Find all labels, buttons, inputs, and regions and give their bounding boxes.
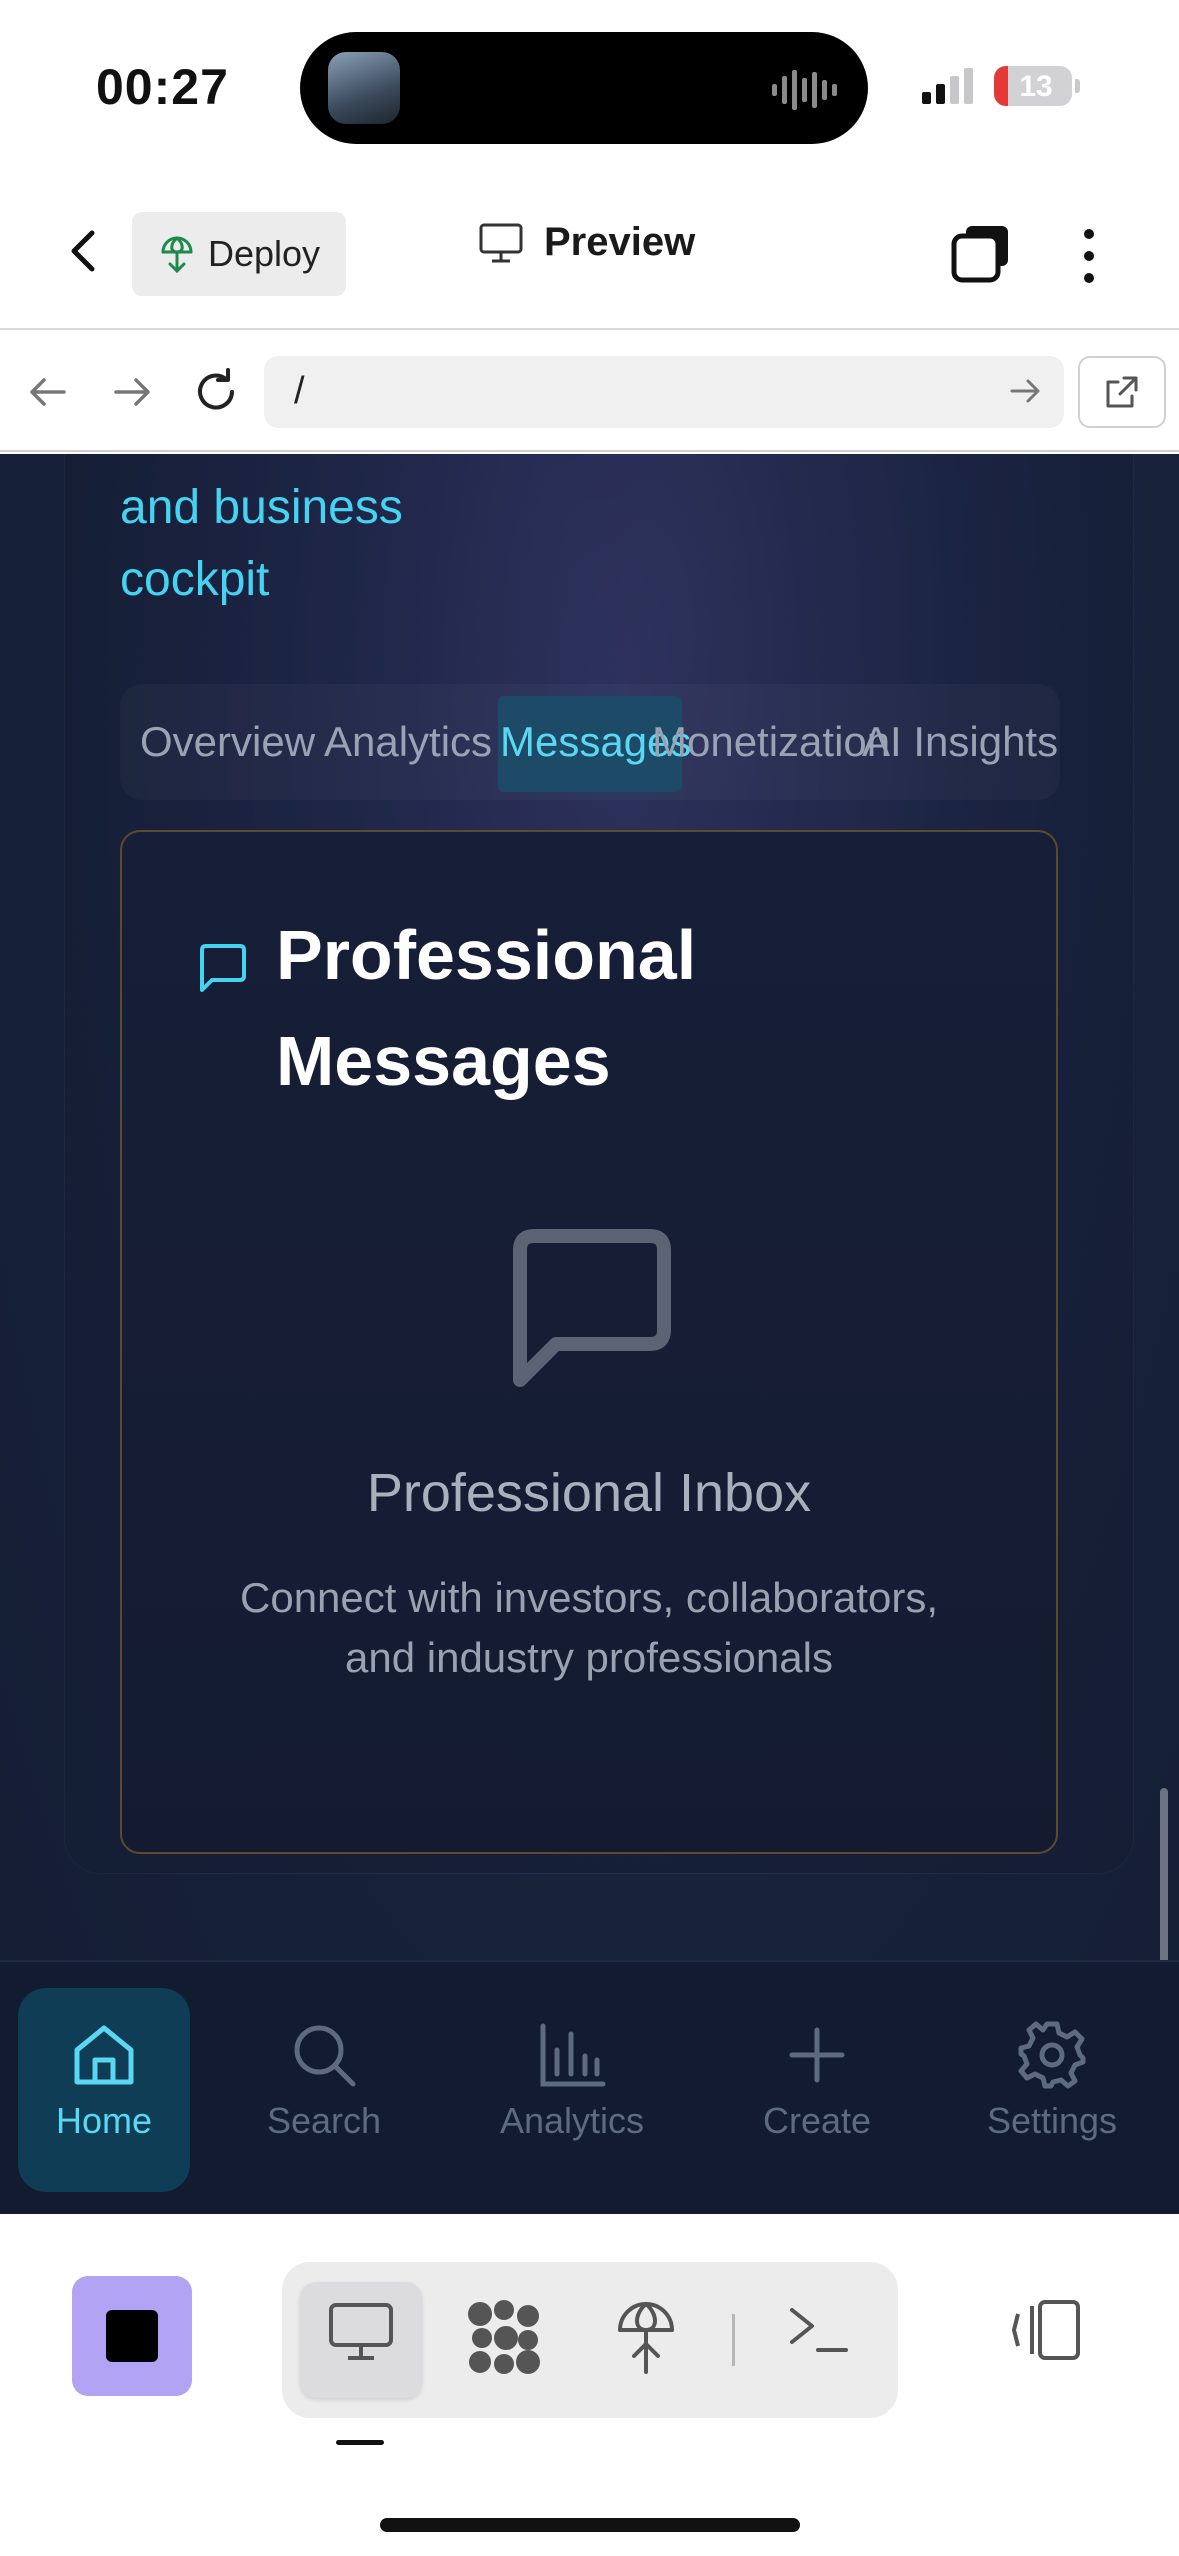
tabs-switcher-icon[interactable] (950, 224, 1012, 284)
nav-settings[interactable]: Settings (966, 1988, 1138, 2192)
hero-line-2: cockpit (120, 553, 270, 606)
nav-home[interactable]: Home (18, 1988, 190, 2192)
nav-search-label: Search (266, 2100, 382, 2141)
empty-state-desc-line-1: Connect with investors, collaborators, (240, 1574, 938, 1621)
nav-search[interactable]: Search (238, 1988, 410, 2192)
nav-analytics-label: Analytics (499, 2100, 645, 2141)
terminal-icon[interactable] (786, 2300, 852, 2360)
reload-icon[interactable] (190, 366, 242, 418)
selected-view-indicator (336, 2440, 384, 2445)
go-arrow-icon[interactable] (1008, 374, 1042, 408)
app-toolbar (0, 2214, 1179, 2556)
monitor-icon (479, 223, 523, 262)
nav-create-label: Create (762, 2100, 872, 2141)
browser-forward-icon[interactable] (106, 366, 158, 418)
cellular-signal-icon (922, 68, 973, 104)
battery-icon: 13 (994, 66, 1080, 106)
nav-analytics[interactable]: Analytics (486, 1988, 658, 2192)
deploy-view-icon[interactable] (616, 2300, 676, 2376)
stop-icon (106, 2310, 158, 2362)
status-bar: 00:27 13 (0, 0, 1179, 170)
open-external-button[interactable] (1078, 356, 1166, 428)
audio-wave-icon (772, 70, 837, 110)
messages-card: Professional Messages Professional Inbox… (120, 830, 1058, 1854)
stop-button[interactable] (72, 2276, 192, 2396)
now-playing-artwork (328, 52, 400, 124)
card-title: Professional Messages (276, 916, 697, 1100)
view-switcher (282, 2262, 898, 2418)
hero-subtitle: and business cockpit (120, 472, 403, 616)
deploy-label: Deploy (208, 233, 321, 274)
url-input[interactable]: / (264, 356, 1064, 428)
nav-home-label: Home (55, 2100, 153, 2141)
deploy-button[interactable]: Deploy (132, 212, 346, 296)
battery-level: 13 (1019, 70, 1053, 103)
side-panel-icon[interactable] (1010, 2298, 1082, 2362)
toolbar-divider (732, 2314, 735, 2366)
empty-state-title: Professional Inbox (366, 1463, 812, 1523)
empty-state-description: Connect with investors, collaborators, a… (122, 1568, 1056, 1688)
back-chevron-icon[interactable] (60, 227, 108, 275)
dynamic-island[interactable] (300, 32, 868, 144)
external-link-icon (1106, 376, 1138, 408)
tab-monetization[interactable]: Monetization (652, 718, 890, 766)
deploy-icon (161, 236, 193, 273)
app-header: Deploy Preview (0, 170, 1179, 330)
bar-chart-icon (540, 2023, 606, 2087)
tab-analytics[interactable]: Analytics (324, 718, 492, 766)
bottom-navigation: Home Search Analytics Create Settings (0, 1960, 1179, 2214)
empty-state-desc-line-2: and industry professionals (345, 1634, 833, 1681)
preview-tab[interactable]: Preview (478, 220, 695, 265)
browser-back-icon[interactable] (22, 366, 74, 418)
url-text: / (294, 370, 305, 412)
nav-settings-label: Settings (986, 2100, 1118, 2141)
tab-ai-insights[interactable]: AI Insights (862, 718, 1058, 766)
hero-line-1: and business (120, 481, 403, 534)
monitor-view-icon[interactable] (326, 2300, 396, 2364)
empty-inbox-message-icon (513, 1229, 671, 1387)
preview-label: Preview (544, 220, 696, 264)
plus-icon (789, 2027, 845, 2083)
message-square-icon (200, 944, 246, 992)
more-options-icon[interactable] (1074, 226, 1104, 286)
web-preview: and business cockpit Overview Analytics … (0, 454, 1179, 2214)
home-indicator (380, 2518, 800, 2532)
url-bar: / (0, 332, 1179, 452)
nav-create[interactable]: Create (731, 1988, 903, 2192)
gear-icon (1018, 2021, 1086, 2089)
grid-blob-icon[interactable] (466, 2300, 542, 2376)
home-icon (74, 2025, 134, 2085)
tab-overview[interactable]: Overview (140, 718, 315, 766)
status-time: 00:27 (96, 59, 229, 115)
search-icon (294, 2025, 356, 2087)
